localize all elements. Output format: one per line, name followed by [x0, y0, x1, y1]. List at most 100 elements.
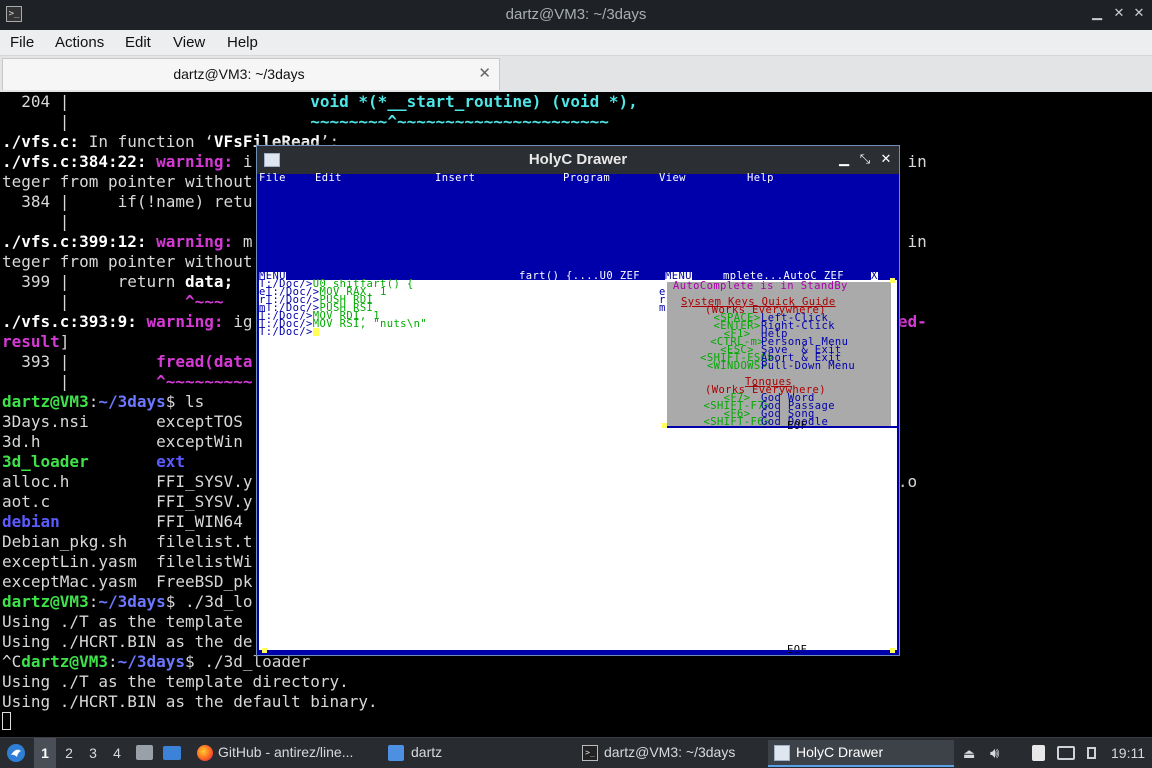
terminal-text-segment: | [2, 372, 157, 391]
start-menu-icon[interactable] [6, 738, 28, 768]
terminal-text-segment: dartz@VM3 [21, 652, 108, 671]
terminal-line: | ~~~~~~~~^~~~~~~~~~~~~~~~~~~~~~~ [2, 112, 609, 132]
command-line-pane[interactable]: T:/Doc/>U0 shitfart() {eT:/Doc/>MOV RAX,… [259, 279, 659, 652]
folder-icon [388, 745, 404, 761]
holyc-menu-help[interactable]: Help [747, 173, 774, 184]
close-icon[interactable]: ✕ [1130, 5, 1148, 23]
terminal-line: teger from pointer without [2, 172, 252, 192]
menu-help[interactable]: Help [227, 34, 258, 51]
holyc-menu-program[interactable]: Program [563, 173, 610, 184]
terminal-text-segment: ./vfs.c:399:12: [2, 232, 157, 251]
autocomplete-status: AutoComplete is in StandBy [673, 280, 848, 292]
terminal-text-segment: In function ‘ [79, 132, 214, 151]
terminal-text-segment: Debian_pkg.sh filelist.t [2, 532, 253, 551]
task-terminal-label: dartz@VM3: ~/3days [604, 744, 736, 760]
terminal-text-segment: : [107, 652, 118, 671]
network-icon[interactable] [1056, 738, 1076, 768]
volume-icon[interactable]: 🔊︎ [990, 738, 1010, 768]
menu-file[interactable]: File [10, 34, 34, 51]
terminal-text-segment: ~~~~~~~~^~~~~~~~~~~~~~~~~~~~~~~ [310, 112, 609, 131]
autocomplete-panel: AutoComplete is in StandBy System Keys Qu… [665, 280, 893, 428]
task-holyc[interactable]: HolyC Drawer [768, 740, 954, 767]
task-terminal[interactable]: >_ dartz@VM3: ~/3days [578, 740, 760, 767]
resize-corner[interactable] [262, 648, 267, 653]
terminal-tabbar: dartz@VM3: ~/3days ✕ [0, 56, 1152, 92]
workspace-2[interactable]: 2 [58, 738, 80, 768]
terminal-text-segment: ./vfs.c:384:22: [2, 152, 157, 171]
terminal-text-segment: | [2, 292, 186, 311]
tab-close-icon[interactable]: ✕ [478, 64, 491, 82]
autocomplete-close-icon[interactable]: X [871, 271, 878, 281]
terminal-line: 204 | void *(*__start_routine) (void *), [2, 92, 638, 112]
terminal-text-segment: warning: [146, 312, 234, 331]
terminal-text-segment: ./vfs.c: [2, 132, 80, 151]
clock[interactable]: 19:11 [1111, 738, 1149, 768]
cmd-line: T:/Doc/> [259, 326, 319, 338]
task-firefox[interactable]: GitHub - antirez/line... [192, 740, 376, 767]
workspace-3[interactable]: 3 [82, 738, 104, 768]
holyc-menu-insert[interactable]: Insert [435, 173, 475, 184]
terminal-text-segment: data; [185, 272, 234, 291]
terminal-text-segment: dartz@VM3 [2, 592, 89, 611]
terminal-line: 393 | fread(data [2, 352, 252, 372]
terminal-text-segment: dartz@VM3 [2, 392, 89, 411]
terminal-text-segment: teger from pointer without [2, 172, 253, 191]
eject-icon[interactable]: ⏏ [963, 738, 977, 768]
terminal-text-segment: 393 | [2, 352, 157, 371]
holyc-menu-file[interactable]: File [259, 173, 286, 184]
terminal-text-segment: $ ls [165, 392, 205, 411]
task-folder[interactable]: dartz [384, 740, 494, 767]
terminal-text-segment: ] [59, 332, 70, 351]
autocomplete-menu-button[interactable]: MENU [665, 271, 692, 281]
key-label: <WINDOWS> [706, 360, 768, 372]
task-firefox-label: GitHub - antirez/line... [218, 744, 354, 760]
terminal-text-segment: warning: [156, 232, 243, 251]
menu-actions[interactable]: Actions [55, 34, 104, 51]
maximize-icon[interactable]: ⤡ [856, 151, 874, 169]
close-icon[interactable]: ✕ [877, 151, 895, 169]
terminal-text-segment: 384 | if(!name) retu [2, 192, 253, 211]
resize-corner[interactable] [662, 423, 667, 428]
resize-corner[interactable] [890, 278, 895, 283]
menu-edit[interactable]: Edit [125, 34, 151, 51]
taskbar: 1 2 3 4 GitHub - antirez/line... dartz >… [0, 737, 1152, 768]
terminal-text-segment: exceptLin.yasm filelistWi [2, 552, 253, 571]
terminal-line: Using ./HCRT.BIN as the de [2, 632, 252, 652]
terminal-text-segment: void *(*__start_routine) (void *), [310, 92, 638, 111]
terminal-text-segment: Using ./T as the template [2, 612, 243, 631]
menu-view[interactable]: View [173, 34, 205, 51]
workspace-4[interactable]: 4 [106, 738, 128, 768]
terminal-tab[interactable]: dartz@VM3: ~/3days ✕ [2, 58, 500, 90]
cmd-prompt: T:/Doc/> [259, 326, 313, 338]
minimize-icon[interactable]: ▁ [835, 151, 853, 169]
terminal-icon: >_ [582, 745, 598, 761]
firefox-icon [197, 745, 213, 761]
resize-corner[interactable] [890, 648, 895, 653]
terminal-line: dartz@VM3:~/3days$ ./3d_lo [2, 592, 252, 612]
terminal-text-segment: FFI_WIN64 [59, 512, 243, 531]
cmd-cursor [312, 328, 319, 336]
terminal-titlebar[interactable]: >_ dartz@VM3: ~/3days ▁ ✕ ✕ [0, 0, 1152, 30]
file-manager-launcher-icon[interactable] [136, 738, 154, 768]
terminal-text-segment: | [2, 212, 70, 231]
terminal-line: | ^~~~ [2, 292, 224, 312]
holyc-menu-view[interactable]: View [659, 173, 686, 184]
terminal-text-segment: ~/3days [98, 392, 166, 411]
terminal-line: 384 | if(!name) retu [2, 192, 252, 212]
terminal-text-segment: ^C [2, 652, 22, 671]
terminal-line: Using ./HCRT.BIN as the default binary. [2, 692, 378, 712]
doc-title: fart() {....U0 ZEF [519, 270, 640, 282]
holyc-menu-edit[interactable]: Edit [315, 173, 342, 184]
clipboard-icon[interactable] [1030, 738, 1048, 768]
desktop-icon[interactable] [163, 738, 181, 768]
terminal-text-segment: Using ./T as the template directory. [2, 672, 349, 691]
workspace-1[interactable]: 1 [34, 738, 56, 768]
minimize-icon[interactable]: ▁ [1088, 5, 1106, 23]
terminal-line: Debian_pkg.sh filelist.t [2, 532, 252, 552]
autocomplete-pane: AutoComplete is in StandBy System Keys Qu… [659, 280, 897, 652]
holyc-titlebar[interactable]: HolyC Drawer ▁ ⤡ ✕ [257, 146, 899, 174]
maximize-icon[interactable]: ✕ [1110, 5, 1128, 23]
notification-icon[interactable] [1085, 738, 1099, 768]
holyc-drawer-window[interactable]: HolyC Drawer ▁ ⤡ ✕ File Edit Insert Prog… [256, 145, 900, 656]
terminal-line: exceptLin.yasm filelistWi [2, 552, 252, 572]
